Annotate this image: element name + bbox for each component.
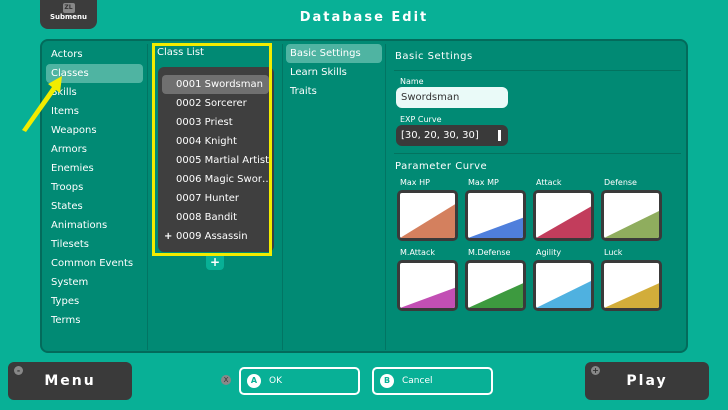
- param-label: Luck: [604, 248, 623, 257]
- curve-fill: [536, 281, 591, 308]
- b-button-icon: B: [380, 374, 394, 388]
- sidebar-item-troops[interactable]: Troops: [46, 178, 143, 197]
- x-button-icon: X: [221, 375, 231, 385]
- param-curve-max-hp[interactable]: [397, 190, 458, 241]
- param-curve-m-attack[interactable]: [397, 260, 458, 311]
- sidebar-item-states[interactable]: States: [46, 197, 143, 216]
- highlight-box: [152, 43, 272, 256]
- curve-fill: [468, 283, 523, 308]
- ok-label: OK: [269, 376, 282, 386]
- curve-graph: [400, 193, 455, 238]
- tab-learn-skills[interactable]: Learn Skills: [286, 63, 382, 82]
- curve-graph: [536, 193, 591, 238]
- sidebar-item-actors[interactable]: Actors: [46, 45, 143, 64]
- add-class-button[interactable]: +: [206, 256, 224, 270]
- ok-button[interactable]: A OK: [239, 367, 360, 395]
- param-label: M.Attack: [400, 248, 435, 257]
- plus-icon: +: [591, 366, 600, 375]
- sidebar-item-types[interactable]: Types: [46, 292, 143, 311]
- curve-graph: [468, 193, 523, 238]
- curve-fill: [400, 287, 455, 308]
- param-label: M.Defense: [468, 248, 511, 257]
- tab-basic-settings[interactable]: Basic Settings: [286, 44, 382, 63]
- param-curve-attack[interactable]: [533, 190, 594, 241]
- settings-tabs: Basic Settings Learn Skills Traits: [286, 44, 382, 101]
- cancel-button[interactable]: B Cancel: [372, 367, 493, 395]
- menu-label: Menu: [44, 373, 96, 389]
- exp-curve-value: [30, 20, 30, 30]: [401, 130, 479, 141]
- param-curve-luck[interactable]: [601, 260, 662, 311]
- curve-graph: [400, 263, 455, 308]
- param-curve-defense[interactable]: [601, 190, 662, 241]
- sidebar-item-terms[interactable]: Terms: [46, 311, 143, 330]
- param-label: Defense: [604, 178, 637, 187]
- param-label: Max HP: [400, 178, 430, 187]
- divider: [282, 44, 283, 350]
- param-label: Max MP: [468, 178, 499, 187]
- divider: [385, 44, 386, 350]
- curve-fill: [604, 283, 659, 308]
- divider: [147, 44, 148, 350]
- sidebar-item-enemies[interactable]: Enemies: [46, 159, 143, 178]
- sidebar-item-system[interactable]: System: [46, 273, 143, 292]
- curve-fill: [468, 217, 523, 238]
- sidebar-item-tilesets[interactable]: Tilesets: [46, 235, 143, 254]
- edit-handle-icon: [498, 130, 501, 141]
- param-curve-max-mp[interactable]: [465, 190, 526, 241]
- minus-icon: -: [14, 366, 23, 375]
- play-button[interactable]: + Play: [585, 362, 709, 400]
- sidebar-item-animations[interactable]: Animations: [46, 216, 143, 235]
- curve-graph: [536, 263, 591, 308]
- param-curve-agility[interactable]: [533, 260, 594, 311]
- parameter-curve-title: Parameter Curve: [395, 161, 488, 172]
- curve-fill: [604, 211, 659, 238]
- exp-curve-field[interactable]: [30, 20, 30, 30]: [396, 125, 508, 146]
- sidebar-item-armors[interactable]: Armors: [46, 140, 143, 159]
- curve-fill: [400, 204, 455, 238]
- curve-fill: [536, 206, 591, 238]
- exp-curve-label: EXP Curve: [400, 115, 442, 124]
- divider: [394, 70, 681, 71]
- page-title: Database Edit: [299, 10, 429, 25]
- play-label: Play: [626, 373, 668, 389]
- cancel-label: Cancel: [402, 376, 433, 386]
- curve-graph: [604, 263, 659, 308]
- curve-graph: [604, 193, 659, 238]
- param-label: Agility: [536, 248, 562, 257]
- curve-graph: [468, 263, 523, 308]
- name-input[interactable]: Swordsman: [396, 87, 508, 108]
- a-button-icon: A: [247, 374, 261, 388]
- menu-button[interactable]: - Menu: [8, 362, 132, 400]
- param-label: Attack: [536, 178, 562, 187]
- section-title: Basic Settings: [395, 51, 473, 62]
- tab-traits[interactable]: Traits: [286, 82, 382, 101]
- param-curve-m-defense[interactable]: [465, 260, 526, 311]
- divider: [394, 153, 681, 154]
- sidebar-item-common-events[interactable]: Common Events: [46, 254, 143, 273]
- pointer-arrow-icon: [22, 76, 62, 132]
- name-label: Name: [400, 77, 424, 86]
